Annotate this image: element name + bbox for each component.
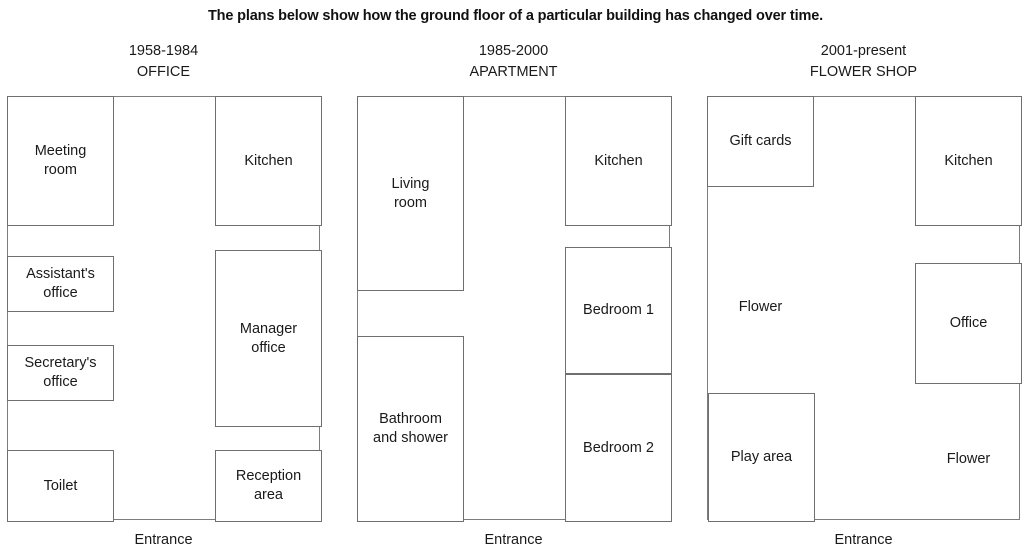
room-play-area: Play area [708,393,815,522]
zone-flower-lower: Flower [915,397,1022,522]
room-kitchen: Kitchen [215,96,322,226]
room-label-meeting-room: Meeting room [34,143,87,178]
room-office: Office [915,263,1022,384]
room-label-play-area: Play area [730,449,793,465]
room-label-kitchen: Kitchen [944,152,993,169]
plan-period-flower-shop: 2001-present [820,43,907,59]
room-label-kitchen: Kitchen [594,152,643,169]
zone-label-flower-lower: Flower [946,451,991,467]
plan-header-office: 1958-1984 OFFICE [7,41,320,83]
entrance-label-flower-shop: Entrance [834,532,893,548]
room-label-kitchen: Kitchen [244,152,293,169]
room-kitchen: Kitchen [565,96,672,226]
room-label-secretarys-office: Secretary's office [24,355,97,390]
plan-usage-office: OFFICE [136,64,191,80]
plan-header-flower-shop: 2001-present FLOWER SHOP [707,41,1020,83]
room-manager-office: Manager office [215,250,322,427]
floor-plan-office: Meeting room Kitchen Assistant's office … [7,96,322,522]
room-bedroom-1: Bedroom 1 [565,247,672,374]
room-bathroom-and-shower: Bathroom and shower [357,336,464,522]
room-label-assistants-office: Assistant's office [26,266,95,301]
plan-usage-apartment: APARTMENT [469,64,558,80]
room-assistants-office: Assistant's office [7,256,114,312]
plan-header-apartment: 1985-2000 APARTMENT [357,41,670,83]
room-meeting-room: Meeting room [7,96,114,226]
room-label-toilet: Toilet [43,477,78,494]
floor-plan-flower-shop: Gift cards Kitchen Flower Office Play ar… [707,96,1022,522]
room-gift-cards: Gift cards [707,96,814,187]
zone-label-flower-upper: Flower [738,298,783,315]
room-living-room: Living room [357,96,464,291]
room-label-office: Office [949,315,988,331]
plan-usage-flower-shop: FLOWER SHOP [809,64,918,80]
room-label-living-room: Living room [391,175,430,211]
room-label-gift-cards: Gift cards [729,133,792,149]
room-toilet: Toilet [7,450,114,522]
entrance-label-apartment: Entrance [484,532,543,548]
room-bedroom-2: Bedroom 2 [565,374,672,522]
room-kitchen: Kitchen [915,96,1022,226]
floor-plan-apartment: Living room Kitchen Bedroom 1 Bathroom a… [357,96,672,522]
zone-flower-upper: Flower [707,237,814,377]
page-title: The plans below show how the ground floo… [207,8,824,24]
room-secretarys-office: Secretary's office [7,345,114,401]
entrance-label-office: Entrance [134,532,193,548]
room-label-manager-office: Manager office [239,320,298,356]
room-label-bedroom-1: Bedroom 1 [583,302,654,318]
room-reception-area: Reception area [215,450,322,522]
room-label-reception-area: Reception area [235,468,302,503]
plan-period-office: 1958-1984 [128,43,199,59]
room-label-bedroom-2: Bedroom 2 [583,439,654,456]
room-label-bathroom-and-shower: Bathroom and shower [373,411,448,446]
plan-period-apartment: 1985-2000 [478,43,549,59]
